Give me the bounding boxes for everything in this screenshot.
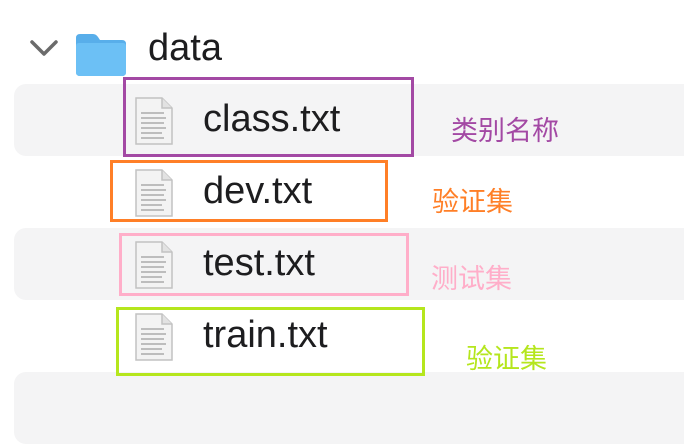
- annotation-label-test: 测试集: [431, 264, 512, 295]
- highlight-box-test: [119, 233, 409, 296]
- highlight-box-dev: [110, 160, 388, 222]
- folder-row-data[interactable]: data: [0, 10, 684, 82]
- annotation-label-train: 验证集: [466, 344, 547, 375]
- highlight-box-train: [116, 307, 425, 376]
- chevron-down-icon[interactable]: [24, 34, 64, 62]
- folder-icon: [76, 34, 126, 76]
- row-stripe: [14, 372, 684, 444]
- annotation-label-dev: 验证集: [432, 187, 513, 218]
- folder-name: data: [148, 27, 222, 69]
- annotation-label-class: 类别名称: [451, 116, 559, 147]
- highlight-box-class: [123, 77, 414, 157]
